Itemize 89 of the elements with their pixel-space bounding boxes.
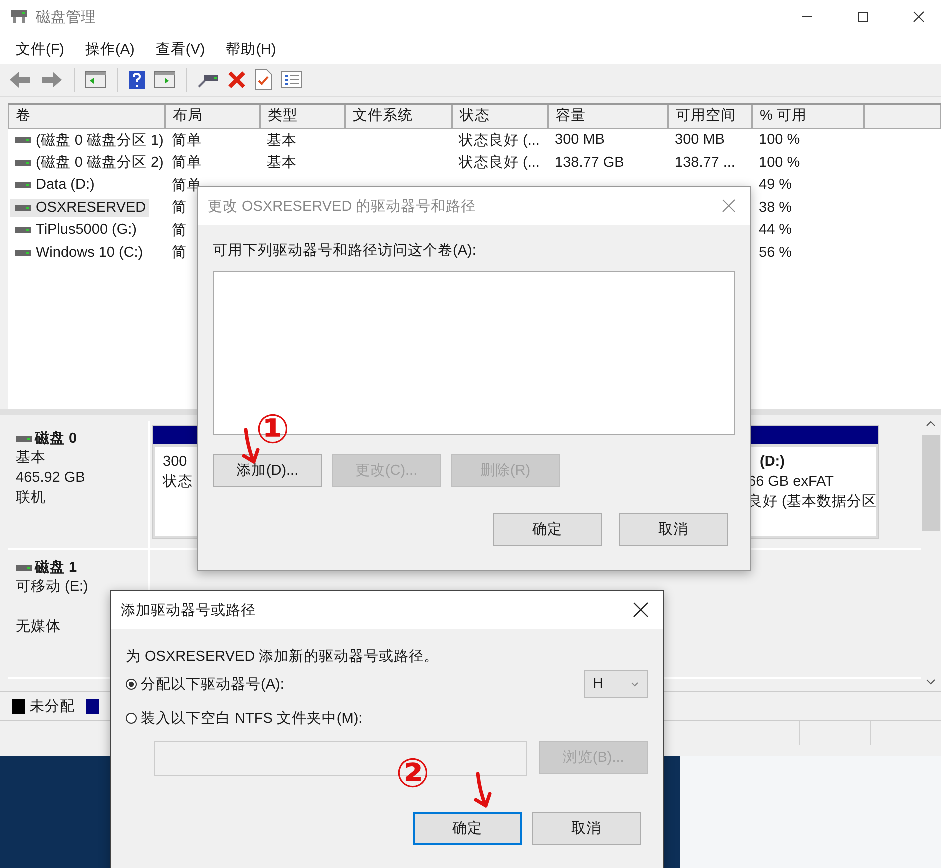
table-cell: 138.77 ... [675, 154, 736, 171]
drive-icon [16, 436, 32, 442]
radio-option[interactable]: 装入以下空白 NTFS 文件夹中(M): [126, 708, 363, 728]
table-cell: 基本 [267, 132, 297, 149]
dialog-button[interactable]: 添加(D)... [213, 454, 322, 487]
table-cell: 138.77 GB [555, 154, 624, 171]
caret-icon [631, 682, 639, 686]
dialog-button[interactable]: 取消 [619, 513, 728, 546]
column-header[interactable]: % 可用 [752, 105, 864, 129]
table-cell: 56 % [759, 244, 792, 261]
dialog-button[interactable]: 确定 [413, 812, 522, 845]
delete-icon[interactable] [227, 70, 247, 90]
table-cell: 状态良好 (... [459, 155, 540, 172]
forward-arrow-icon[interactable] [40, 70, 64, 90]
table-cell: 简 [172, 222, 187, 239]
table-cell: 状态良好 (... [459, 132, 540, 149]
annotation-number: ② [396, 754, 430, 794]
drive-icon [10, 9, 28, 25]
drive-icon [15, 182, 31, 188]
dialog-button[interactable]: 取消 [532, 812, 641, 845]
menu-item[interactable]: 帮助(H) [226, 40, 276, 58]
drive-letter-dropdown[interactable]: H [584, 670, 648, 698]
disk-name: 磁盘 1 [35, 559, 78, 577]
column-header[interactable]: 容量 [548, 105, 668, 129]
annotation-number: ① [256, 410, 290, 450]
scroll-down-icon[interactable] [926, 679, 936, 685]
table-cell: 简 [172, 245, 187, 262]
drive-icon [15, 227, 31, 234]
drive-icon [15, 137, 31, 144]
table-cell: 300 MB [555, 132, 605, 148]
radio-option[interactable]: 分配以下驱动器号(A): [126, 674, 284, 694]
menu-item[interactable]: 文件(F) [16, 40, 65, 58]
table-cell: 简 [172, 200, 187, 216]
table-cell: 44 % [759, 222, 792, 238]
checked-document-icon[interactable] [255, 69, 273, 91]
radio-icon[interactable] [126, 678, 137, 690]
column-header[interactable]: 状态 [452, 105, 548, 129]
column-header[interactable]: 可用空间 [668, 105, 752, 129]
disk-status: 无媒体 [16, 618, 62, 637]
maximize-icon[interactable] [857, 11, 869, 23]
back-arrow-icon[interactable] [8, 70, 32, 90]
dialog-message: 为 OSXRESERVED 添加新的驱动器号或路径。 [126, 648, 440, 667]
table-cell: 简单 [172, 155, 202, 172]
column-header[interactable]: 布局 [165, 105, 260, 129]
table-cell: 基本 [267, 155, 297, 172]
volume-name[interactable]: Windows 10 (C:) [10, 244, 146, 262]
window-title: 磁盘管理 [36, 8, 96, 26]
volume-name[interactable]: TiPlus5000 (G:) [10, 221, 140, 240]
panel-icon[interactable] [154, 71, 176, 89]
column-header[interactable]: 类型 [260, 105, 345, 129]
disk-size: 465.92 GB [16, 469, 86, 488]
partition-title: (D:) [759, 453, 785, 472]
volume-name[interactable]: Data (D:) [10, 176, 98, 194]
disk-name: 磁盘 0 [35, 430, 78, 448]
checklist-icon[interactable] [281, 71, 303, 89]
drive-icon [15, 204, 31, 211]
scrollbar[interactable] [921, 415, 941, 691]
dialog-title: 更改 OSXRESERVED 的驱动器号和路径 [208, 198, 476, 216]
table-cell: 300 MB [675, 132, 725, 148]
panel-icon[interactable] [85, 71, 107, 89]
disk-type: 可移动 (E:) [16, 578, 90, 597]
drive-icon [15, 250, 31, 256]
drive-icon [16, 564, 32, 570]
list-label: 可用下列驱动器号和路径访问这个卷(A): [213, 242, 478, 261]
legend-label: 未分配 [30, 698, 75, 716]
disk-status: 联机 [16, 489, 47, 508]
column-header[interactable]: 文件系统 [345, 105, 452, 129]
partition-info: 300 [163, 453, 188, 472]
volume-name[interactable]: (磁盘 0 磁盘分区 2) [10, 152, 167, 174]
drive-icon [15, 160, 31, 166]
dialog-title: 添加驱动器号或路径 [121, 602, 256, 620]
menu-item[interactable]: 查看(V) [156, 40, 206, 58]
dialog-button[interactable]: 确定 [493, 513, 602, 546]
help-icon[interactable] [128, 70, 146, 90]
table-cell: 简单 [172, 132, 202, 149]
table-cell: 100 % [759, 132, 800, 148]
scroll-up-icon[interactable] [926, 421, 936, 427]
column-header[interactable]: 卷 [8, 105, 165, 129]
close-icon[interactable] [633, 602, 649, 618]
disk-type: 基本 [16, 449, 47, 468]
table-cell: 49 % [759, 177, 792, 194]
partition-info: 状态 [163, 473, 193, 492]
menu-item[interactable]: 操作(A) [86, 40, 135, 58]
volume-name[interactable]: OSXRESERVED [10, 198, 150, 217]
table-cell: 38 % [759, 200, 792, 216]
radio-icon[interactable] [126, 712, 137, 724]
close-icon[interactable] [913, 11, 925, 23]
table-cell: 100 % [759, 154, 800, 171]
volume-name[interactable]: (磁盘 0 磁盘分区 1) [10, 130, 167, 151]
